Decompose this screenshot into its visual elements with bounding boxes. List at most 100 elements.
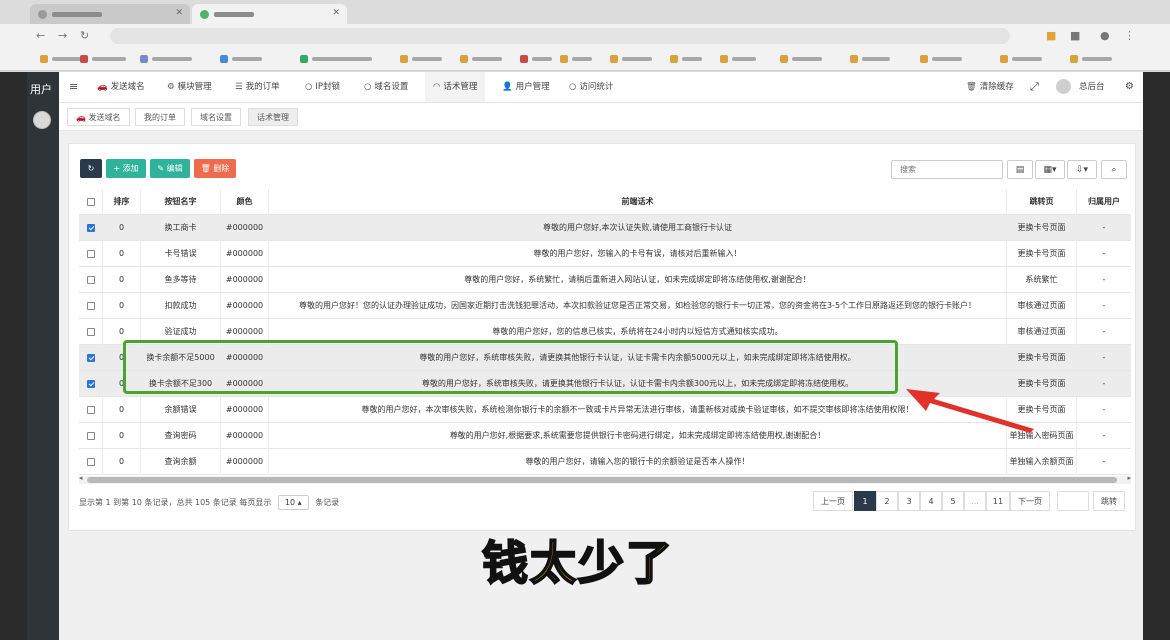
- row-checkbox[interactable]: [79, 345, 103, 371]
- circle-icon: ○: [305, 82, 313, 92]
- page-button-4[interactable]: 4: [920, 491, 942, 511]
- search-icon[interactable]: ⌕: [1101, 160, 1127, 179]
- table-row[interactable]: 0 换工商卡 #000000 尊敬的用户您好,本次认证失败,请使用工商银行卡认证 更换卡…: [79, 215, 1131, 241]
- scroll-left-icon[interactable]: ◂: [79, 474, 83, 482]
- columns-dropdown-icon[interactable]: ▦▾: [1035, 160, 1065, 179]
- col-header-sort[interactable]: 排序: [103, 189, 141, 215]
- row-color: #000000: [221, 397, 269, 423]
- row-checkbox[interactable]: [79, 241, 103, 267]
- nav-my-orders[interactable]: ☰ 我的订单: [235, 72, 280, 102]
- row-checkbox[interactable]: [79, 293, 103, 319]
- page-button-3[interactable]: 3: [898, 491, 920, 511]
- trash-icon: 🗑: [966, 82, 977, 92]
- page-button-11[interactable]: 11: [986, 491, 1010, 511]
- add-button[interactable]: + 添加: [106, 159, 146, 178]
- page-button-1[interactable]: 1: [854, 491, 876, 511]
- row-color: #000000: [221, 267, 269, 293]
- clear-cache-button[interactable]: 🗑 清除缓存: [966, 72, 1014, 102]
- export-dropdown-icon[interactable]: ⇩▾: [1067, 160, 1097, 179]
- extension-icon[interactable]: ■: [1070, 29, 1080, 42]
- tab-favicon-icon: [38, 10, 47, 19]
- back-icon[interactable]: ←: [36, 29, 45, 42]
- col-header-name[interactable]: 按钮名字: [141, 189, 221, 215]
- close-icon[interactable]: ✕: [175, 8, 183, 18]
- prev-page-button[interactable]: 上一页: [813, 491, 853, 511]
- checkbox-checked-icon: [86, 353, 95, 362]
- nav-module-manage[interactable]: ⚙ 模块管理: [167, 72, 212, 102]
- settings-gear-icon[interactable]: ⚙: [1125, 72, 1134, 102]
- page-button-2[interactable]: 2: [876, 491, 898, 511]
- row-color: #000000: [221, 449, 269, 475]
- row-owner: -: [1102, 405, 1106, 414]
- extension-icon[interactable]: ■: [1046, 29, 1056, 42]
- tab-script-manage[interactable]: 话术管理: [248, 108, 298, 126]
- row-checkbox[interactable]: [79, 371, 103, 397]
- col-header-text[interactable]: 前端话术: [269, 189, 1007, 215]
- row-sort: 0: [103, 423, 141, 449]
- table-row[interactable]: 0 卡号错误 #000000 尊敬的用户您好，您输入的卡号有误，请核对后重新输入！ 更换…: [79, 241, 1131, 267]
- delete-button[interactable]: 🗑 删除: [194, 159, 236, 178]
- scrollbar-thumb[interactable]: [87, 477, 1117, 483]
- toggle-view-icon[interactable]: ▤: [1007, 160, 1033, 179]
- profile-icon[interactable]: ●: [1100, 29, 1110, 42]
- search-input[interactable]: [891, 160, 1003, 179]
- scroll-right-icon[interactable]: ▸: [1127, 474, 1131, 482]
- jump-button[interactable]: 跳转: [1093, 491, 1125, 511]
- table-row[interactable]: 0 鱼多等待 #000000 尊敬的用户您好，系统繁忙，请稍后重新进入网站认证，如未完…: [79, 267, 1131, 293]
- avatar[interactable]: [33, 111, 51, 129]
- checkbox-icon: [86, 197, 95, 206]
- horizontal-scrollbar[interactable]: ◂ ▸: [79, 474, 1131, 484]
- tab-send-domain[interactable]: 🚗 发送域名: [67, 108, 130, 126]
- reload-icon[interactable]: ↻: [80, 29, 89, 42]
- row-checkbox[interactable]: [79, 267, 103, 293]
- refresh-button[interactable]: ↻: [80, 159, 102, 178]
- nav-user-manage[interactable]: 👤 用户管理: [502, 72, 550, 102]
- col-header-color[interactable]: 颜色: [221, 189, 269, 215]
- tab-favicon-icon: [200, 10, 209, 19]
- browser-tab[interactable]: ✕: [30, 4, 190, 24]
- row-checkbox[interactable]: [79, 215, 103, 241]
- row-name: 查询密码: [141, 423, 221, 449]
- highlight-box: [123, 340, 898, 394]
- avatar[interactable]: [1056, 79, 1071, 94]
- page-size-select[interactable]: 10 ▴: [277, 495, 309, 510]
- nav-send-domain[interactable]: 🚗 发送域名: [97, 72, 145, 102]
- list-icon: ☰: [235, 82, 243, 92]
- tab-my-orders[interactable]: 我的订单: [135, 108, 185, 126]
- hamburger-menu-icon[interactable]: ≡: [69, 80, 78, 93]
- row-checkbox[interactable]: [79, 397, 103, 423]
- menu-icon[interactable]: ⋮: [1124, 29, 1135, 42]
- page-button-5[interactable]: 5: [942, 491, 964, 511]
- admin-name[interactable]: 总后台: [1079, 72, 1105, 102]
- close-icon[interactable]: ✕: [332, 8, 340, 18]
- edit-button[interactable]: ✎ 编辑: [150, 159, 190, 178]
- nav-ip-block[interactable]: ○ IP封锁: [305, 72, 340, 102]
- select-all-checkbox[interactable]: [79, 189, 103, 215]
- row-jump: 更换卡号页面: [1007, 241, 1077, 267]
- gear-icon: ⚙: [167, 82, 175, 92]
- row-owner: -: [1102, 275, 1106, 284]
- browser-tab-active[interactable]: ✕: [192, 4, 347, 24]
- nav-script-manage[interactable]: ◠ 话术管理: [425, 72, 486, 102]
- row-checkbox[interactable]: [79, 423, 103, 449]
- table-row[interactable]: 0 扣款成功 #000000 尊敬的用户您好！您的认证办理验证成功，因国家近期打击洗钱…: [79, 293, 1131, 319]
- row-checkbox[interactable]: [79, 319, 103, 345]
- col-header-owner[interactable]: 归属用户: [1077, 189, 1131, 215]
- checkbox-icon: [86, 301, 95, 310]
- row-text: 尊敬的用户您好,本次认证失败,请使用工商银行卡认证: [269, 215, 1007, 241]
- col-header-jump[interactable]: 跳转页: [1007, 189, 1077, 215]
- fullscreen-icon[interactable]: ⤢: [1030, 72, 1039, 102]
- nav-domain-settings[interactable]: ○ 域名设置: [364, 72, 408, 102]
- row-jump: 系统繁忙: [1007, 267, 1077, 293]
- row-name: 扣款成功: [141, 293, 221, 319]
- nav-label: IP封锁: [315, 82, 341, 92]
- bookmarks-bar: [0, 48, 1170, 71]
- tab-domain-settings[interactable]: 域名设置: [191, 108, 241, 126]
- nav-visit-stats[interactable]: ○ 访问统计: [569, 72, 613, 102]
- row-checkbox[interactable]: [79, 449, 103, 475]
- next-page-button[interactable]: 下一页: [1010, 491, 1050, 511]
- jump-page-input[interactable]: [1057, 491, 1089, 511]
- forward-icon[interactable]: →: [58, 29, 67, 42]
- address-bar[interactable]: [110, 28, 1010, 44]
- table-row[interactable]: 0 查询余额 #000000 尊敬的用户您好，请输入您的银行卡的余额验证是否本人操作！…: [79, 449, 1131, 475]
